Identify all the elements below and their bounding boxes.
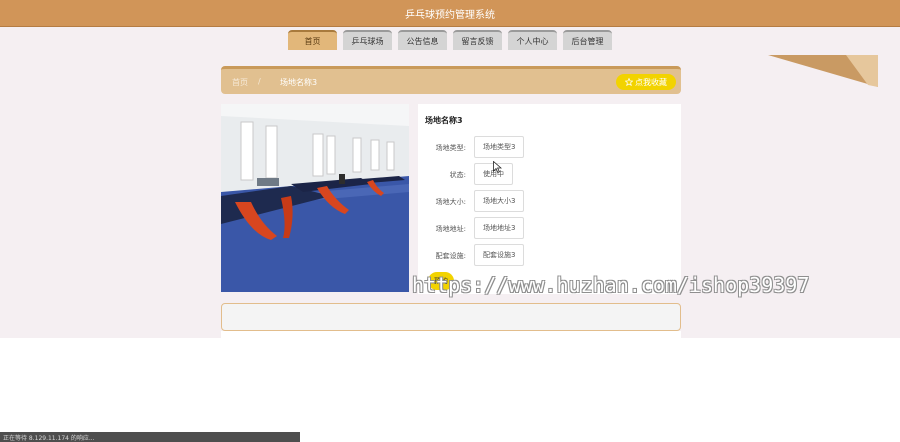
status-text: 正在等待 8.129.11.174 的响应...	[3, 434, 95, 442]
collect-button[interactable]: 点我收藏	[616, 74, 676, 90]
nav-item-venues[interactable]: 乒乓球场	[343, 30, 392, 50]
watermark-text: https://www.huzhan.com/ishop39397	[412, 273, 810, 297]
nav-item-profile[interactable]: 个人中心	[508, 30, 557, 50]
breadcrumb-current: 场地名称3	[280, 78, 318, 87]
field-value-size: 场地大小3	[474, 190, 525, 212]
venue-photo	[221, 104, 409, 292]
collect-button-label: 点我收藏	[635, 77, 667, 87]
field-value-address: 场地地址3	[474, 217, 525, 239]
field-label-facilities: 配套设施:	[435, 252, 466, 260]
nav-item-home[interactable]: 首页	[288, 30, 337, 50]
field-label-status: 状态:	[449, 171, 466, 179]
venue-title: 场地名称3	[425, 116, 463, 125]
field-label-address: 场地地址:	[435, 225, 466, 233]
nav-item-notices[interactable]: 公告信息	[398, 30, 447, 50]
field-value-facilities: 配套设施3	[474, 244, 525, 266]
mouse-cursor-icon	[493, 161, 502, 173]
field-label-type: 场地类型:	[435, 144, 466, 152]
field-value-type: 场地类型3	[474, 136, 525, 158]
site-title: 乒乓球预约管理系统	[405, 9, 495, 21]
nav-item-admin[interactable]: 后台管理	[563, 30, 612, 50]
browser-status-bar: 正在等待 8.129.11.174 的响应...	[0, 432, 300, 442]
breadcrumb: 首页 / 场地名称3 点我收藏	[221, 66, 681, 94]
content-bottom-strip	[221, 331, 681, 338]
field-label-size: 场地大小:	[435, 198, 466, 206]
star-icon	[625, 78, 633, 86]
decorative-triangle	[768, 55, 878, 87]
site-header: 乒乓球预约管理系统	[0, 0, 900, 27]
venue-detail-panel: 场地名称3 场地类型: 场地类型3 状态: 使用中 场地大小: 场地大小3 场地…	[418, 104, 681, 294]
breadcrumb-separator: /	[258, 77, 261, 86]
nav-item-feedback[interactable]: 留言反馈	[453, 30, 502, 50]
breadcrumb-home-link[interactable]: 首页	[232, 77, 248, 88]
main-nav: 首页 乒乓球场 公告信息 留言反馈 个人中心 后台管理	[0, 30, 900, 52]
detail-content-box	[221, 303, 681, 331]
